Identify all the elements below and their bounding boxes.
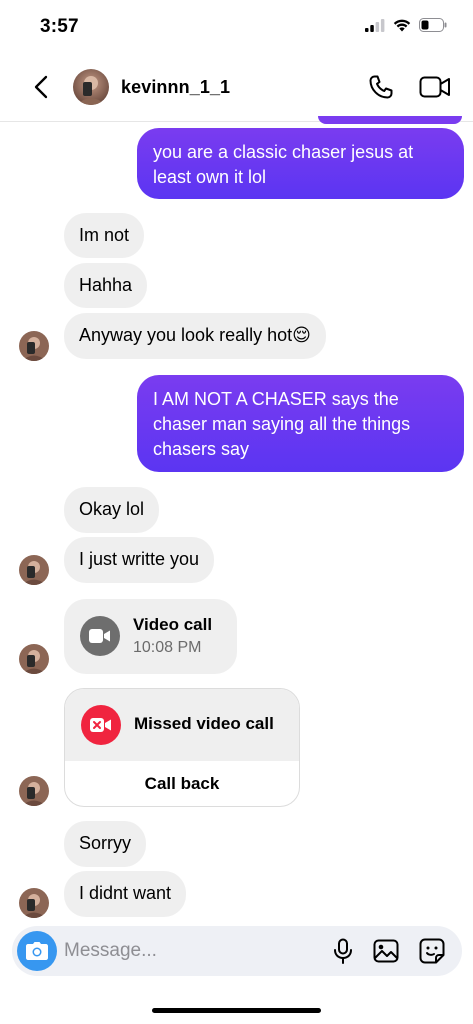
sender-avatar[interactable]: [19, 776, 49, 806]
message-thread[interactable]: you are a classic chaser jesus at least …: [0, 116, 473, 922]
message-text: I just writte you: [79, 549, 200, 569]
sticker-icon: [419, 938, 445, 964]
camera-icon: [26, 942, 48, 960]
wifi-icon: [393, 19, 411, 37]
incoming-message[interactable]: Hahha: [64, 263, 148, 308]
incoming-message[interactable]: Anyway you look really hot😌: [64, 313, 326, 359]
status-icons: [365, 18, 447, 37]
video-call-button[interactable]: [418, 72, 452, 102]
home-indicator[interactable]: [152, 1008, 321, 1013]
message-text: Im not: [79, 225, 130, 245]
back-button[interactable]: [26, 70, 56, 104]
microphone-icon: [334, 938, 352, 964]
contact-username[interactable]: kevinnn_1_1: [121, 77, 230, 98]
missed-call-card: Missed video call Call back: [64, 688, 300, 807]
image-icon: [373, 939, 399, 963]
missed-call-title: Missed video call: [134, 714, 274, 733]
outgoing-message[interactable]: you are a classic chaser jesus at least …: [137, 128, 464, 199]
message-text: Hahha: [79, 275, 133, 295]
video-call-time: 10:08 PM: [133, 639, 202, 656]
message-text: I didnt want: [79, 883, 172, 903]
video-camera-icon: [419, 76, 450, 98]
chevron-left-icon: [34, 75, 48, 99]
sender-avatar[interactable]: [19, 888, 49, 918]
incoming-message[interactable]: Im not: [64, 213, 145, 258]
video-call-icon-circle: [80, 616, 120, 656]
sender-avatar[interactable]: [19, 331, 49, 361]
video-call-card[interactable]: Video call 10:08 PM: [64, 599, 237, 674]
sender-avatar[interactable]: [19, 555, 49, 585]
sticker-button[interactable]: [418, 937, 446, 965]
video-call-title: Video call: [133, 615, 213, 634]
missed-call-header: Missed video call: [65, 689, 299, 761]
status-bar: 3:57: [0, 0, 473, 52]
incoming-message[interactable]: Sorryy: [64, 821, 147, 867]
outgoing-bubble-edge: [318, 116, 462, 124]
call-back-button[interactable]: Call back: [65, 761, 299, 806]
missed-call-icon-circle: [81, 705, 121, 745]
outgoing-message[interactable]: I AM NOT A CHASER says the chaser man sa…: [137, 375, 464, 472]
battery-icon: [419, 18, 447, 37]
message-input[interactable]: [64, 926, 314, 976]
chat-header: kevinnn_1_1: [0, 52, 473, 122]
header-avatar[interactable]: [73, 69, 109, 105]
status-time: 3:57: [40, 16, 79, 37]
message-text: I AM NOT A CHASER says the chaser man sa…: [153, 389, 411, 459]
incoming-message[interactable]: I didnt want: [64, 871, 187, 917]
incoming-message[interactable]: I just writte you: [64, 537, 215, 583]
missed-video-icon: [90, 718, 111, 732]
message-text: you are a classic chaser jesus at least …: [153, 142, 414, 187]
incoming-message[interactable]: Okay lol: [64, 487, 160, 533]
message-text: Anyway you look really hot😌: [79, 325, 311, 345]
audio-call-button[interactable]: [366, 72, 396, 102]
video-camera-icon: [89, 629, 110, 643]
gallery-button[interactable]: [372, 937, 400, 965]
cellular-signal-icon: [365, 18, 385, 37]
message-composer: [12, 926, 462, 976]
message-text: Sorryy: [79, 833, 132, 853]
phone-icon: [369, 75, 393, 99]
sender-avatar[interactable]: [19, 644, 49, 674]
voice-message-button[interactable]: [330, 937, 356, 965]
message-text: Okay lol: [79, 499, 145, 519]
camera-button[interactable]: [17, 931, 57, 971]
